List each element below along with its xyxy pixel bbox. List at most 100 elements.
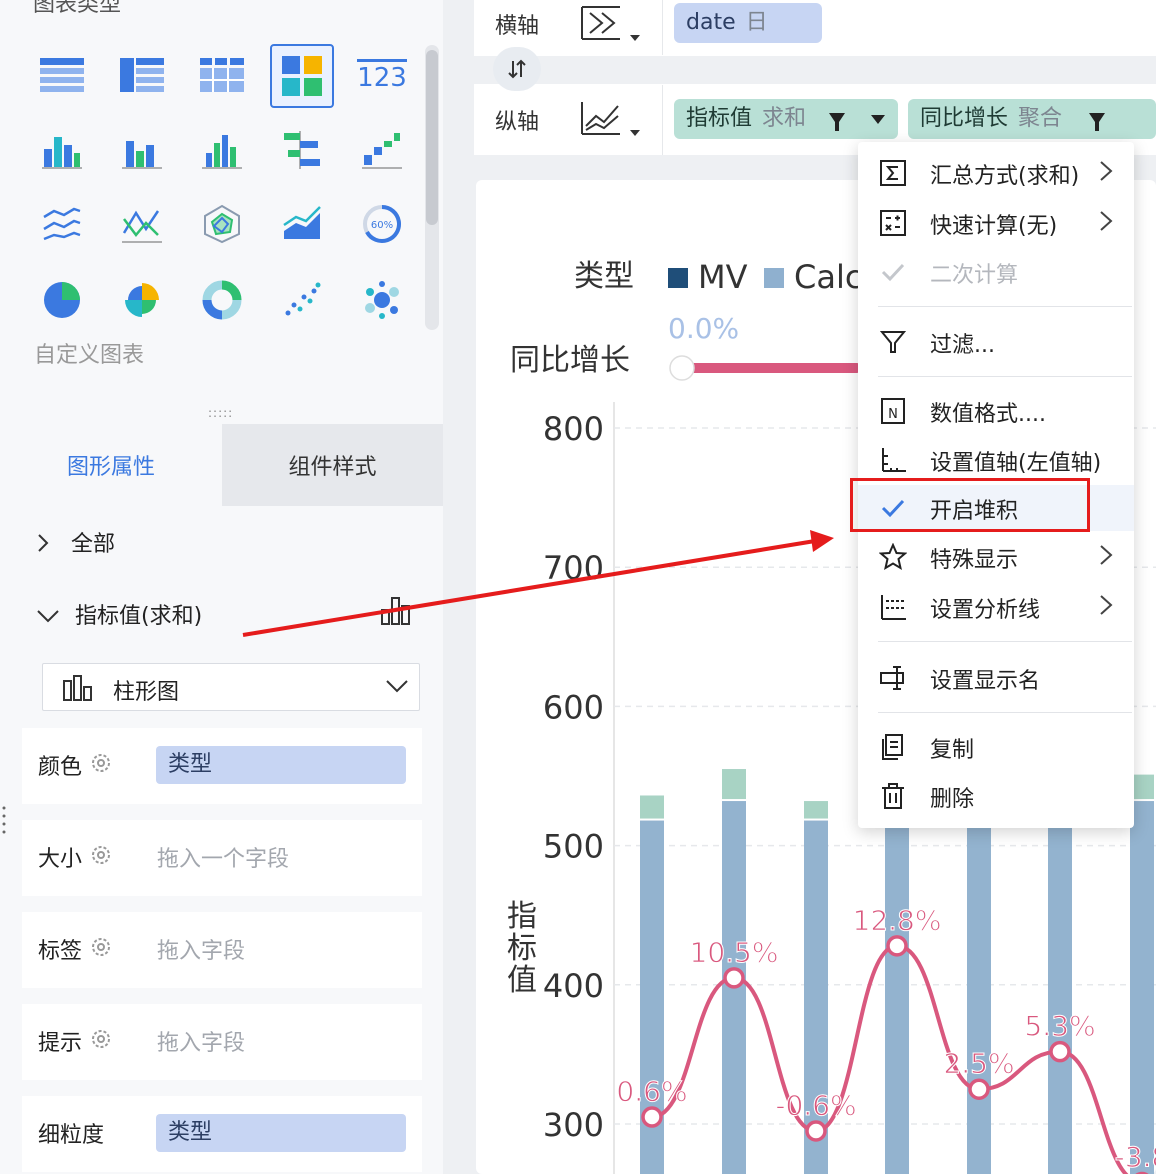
line-point bbox=[723, 967, 745, 989]
chart-types-scrollbar-thumb[interactable] bbox=[426, 50, 438, 225]
x-axis-label: 横轴 bbox=[495, 14, 540, 39]
menu-item-check: 二次计算 bbox=[858, 249, 1134, 295]
chart-kind-select[interactable]: 柱形图 bbox=[42, 663, 420, 711]
bar-base bbox=[885, 817, 909, 1174]
combo-line-icon[interactable] bbox=[110, 192, 174, 256]
menu-item-label: 设置值轴(左值轴) bbox=[930, 451, 1102, 476]
y-tick-label: 400 bbox=[543, 967, 604, 1005]
cross-table-icon[interactable] bbox=[110, 44, 174, 108]
granularity-field-pill[interactable]: 类型 bbox=[156, 1114, 406, 1152]
y-axis-type-icon[interactable] bbox=[580, 100, 644, 144]
copy-icon bbox=[878, 733, 908, 761]
divider bbox=[662, 0, 663, 55]
menu-item-rename[interactable]: 设置显示名 bbox=[858, 655, 1134, 701]
data-label: 2.5% bbox=[943, 1047, 1014, 1080]
data-label: 5.3% bbox=[1024, 1010, 1095, 1043]
horizontal-bar-icon[interactable] bbox=[270, 118, 334, 182]
star-icon bbox=[878, 543, 908, 571]
y-tick-label: 500 bbox=[543, 828, 604, 866]
slider-handle[interactable] bbox=[669, 355, 695, 381]
menu-item-label: 数值格式.... bbox=[930, 402, 1046, 427]
grouped-bar-icon[interactable] bbox=[110, 118, 174, 182]
chevron-right-icon bbox=[36, 532, 50, 557]
gear-icon[interactable] bbox=[90, 936, 112, 962]
svg-text:N: N bbox=[888, 407, 898, 422]
y-tick-label: 600 bbox=[543, 688, 604, 726]
gear-icon[interactable] bbox=[90, 1028, 112, 1054]
bar-base bbox=[1130, 801, 1154, 1174]
donut-chart-icon[interactable] bbox=[190, 268, 254, 332]
bubble-chart-icon[interactable] bbox=[350, 268, 414, 332]
legend-title: 类型 bbox=[574, 259, 634, 294]
menu-item-star[interactable]: 特殊显示 bbox=[858, 534, 1134, 580]
tab-component-style[interactable]: 组件样式 bbox=[222, 424, 443, 506]
prop-row-granularity: 细粒度 类型 bbox=[22, 1096, 422, 1172]
y-field-pill-yoy[interactable]: 同比增长 聚合 bbox=[908, 99, 1156, 139]
x-axis-field-pill[interactable]: date 日 bbox=[674, 3, 822, 43]
color-field-pill[interactable]: 类型 bbox=[156, 746, 406, 784]
swap-axes-button[interactable] bbox=[493, 47, 541, 91]
highlight-box bbox=[850, 478, 1090, 532]
calculator-icon bbox=[878, 209, 908, 237]
bar-chart-icon[interactable] bbox=[190, 118, 254, 182]
dropdown-arrow-icon[interactable] bbox=[868, 99, 888, 139]
y-field-pill-metric[interactable]: 指标值 求和 bbox=[674, 99, 898, 139]
data-label: 10.5% bbox=[690, 936, 779, 969]
line-point bbox=[968, 1078, 990, 1100]
gear-icon[interactable] bbox=[90, 844, 112, 870]
legend-item-label: Calc bbox=[794, 258, 862, 296]
menu-item-label: 汇总方式(求和) bbox=[930, 164, 1080, 189]
x-axis-type-icon[interactable] bbox=[580, 5, 644, 49]
menu-item-label: 删除 bbox=[930, 787, 975, 812]
line-point bbox=[1049, 1040, 1071, 1063]
kpi-number-icon[interactable]: 123 bbox=[350, 44, 414, 108]
stacked-bar-icon[interactable] bbox=[30, 118, 94, 182]
filter-icon[interactable] bbox=[828, 107, 846, 139]
property-tabs: 图形属性 组件样式 bbox=[0, 424, 443, 506]
bar-chart-type-icon[interactable] bbox=[380, 596, 412, 630]
menu-item-analysis-line[interactable]: 设置分析线 bbox=[858, 584, 1134, 630]
menu-item-number-format[interactable]: N 数值格式.... bbox=[858, 388, 1134, 434]
filter-icon[interactable] bbox=[1088, 107, 1106, 139]
gear-icon[interactable] bbox=[90, 752, 112, 778]
scatter-chart-icon[interactable] bbox=[270, 268, 334, 332]
axis-row-gap bbox=[474, 56, 1156, 84]
menu-item-calculator[interactable]: 快速计算(无) bbox=[858, 200, 1134, 246]
area-chart-icon[interactable] bbox=[270, 192, 334, 256]
menu-item-label: 快速计算(无) bbox=[930, 214, 1058, 239]
analysis-line-icon bbox=[878, 593, 908, 621]
panel-resize-handle[interactable]: ::::: bbox=[208, 406, 233, 420]
size-drop-zone[interactable]: 拖入一个字段 bbox=[157, 841, 289, 873]
label-drop-zone[interactable]: 拖入字段 bbox=[157, 933, 245, 965]
detail-table-icon[interactable] bbox=[190, 44, 254, 108]
menu-item-value-axis[interactable]: 设置值轴(左值轴) bbox=[858, 437, 1134, 483]
menu-item-copy[interactable]: 复制 bbox=[858, 724, 1134, 770]
panel-edge-handle[interactable] bbox=[2, 800, 6, 840]
menu-item-trash[interactable]: 删除 bbox=[858, 773, 1134, 819]
pie-chart-icon[interactable] bbox=[30, 268, 94, 332]
table-chart-icon[interactable] bbox=[30, 44, 94, 108]
bar-chart-icon bbox=[63, 675, 93, 705]
number-format-icon: N bbox=[878, 397, 908, 425]
waterfall-icon[interactable] bbox=[350, 118, 414, 182]
chevron-right-icon bbox=[1098, 208, 1114, 240]
custom-chart-link[interactable]: 自定义图表 bbox=[34, 337, 144, 369]
rose-chart-icon[interactable] bbox=[110, 268, 174, 332]
menu-item-sigma[interactable]: 汇总方式(求和) bbox=[858, 150, 1134, 196]
trash-icon bbox=[878, 782, 908, 810]
radar-chart-icon[interactable] bbox=[190, 192, 254, 256]
swap-icon bbox=[508, 59, 526, 79]
chart-types-title: 图表类型 bbox=[33, 0, 122, 17]
tab-shape-properties[interactable]: 图形属性 bbox=[0, 424, 222, 506]
line-chart-icon[interactable] bbox=[30, 192, 94, 256]
line-point bbox=[886, 935, 908, 957]
dashboard-icon[interactable] bbox=[270, 44, 334, 108]
line-point bbox=[641, 1106, 663, 1128]
check-icon bbox=[878, 258, 908, 286]
section-all[interactable]: 全部 bbox=[36, 526, 115, 558]
prop-row-label: 标签 拖入字段 bbox=[22, 912, 422, 988]
tooltip-drop-zone[interactable]: 拖入字段 bbox=[157, 1025, 245, 1057]
menu-item-filter[interactable]: 过滤... bbox=[858, 319, 1134, 365]
section-metric[interactable]: 指标值(求和) bbox=[36, 598, 202, 630]
gauge-icon[interactable]: 60% bbox=[350, 192, 414, 256]
